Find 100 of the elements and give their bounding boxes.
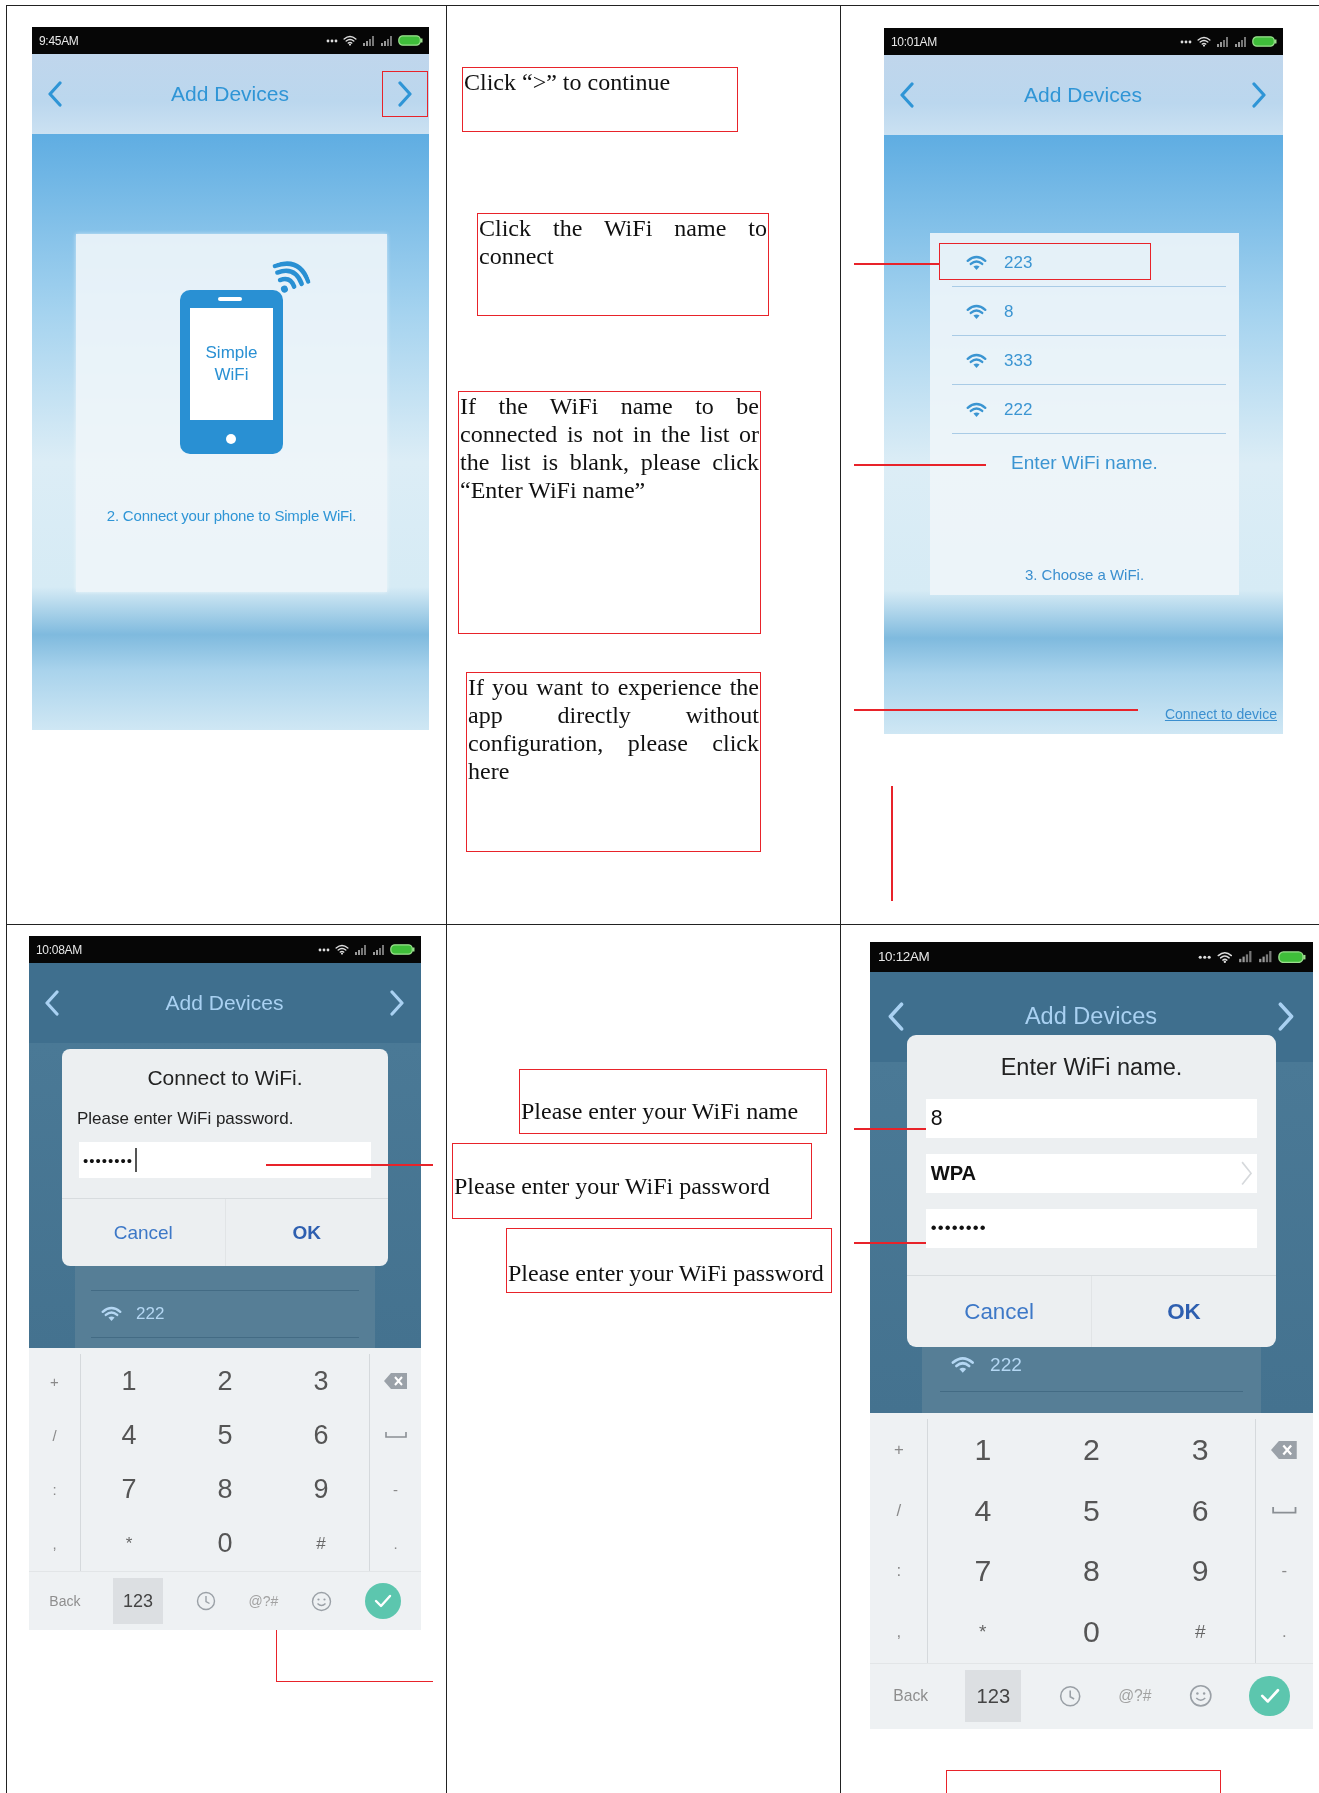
key[interactable]: + (870, 1419, 929, 1481)
dialog-title: Enter WiFi name. (999, 1052, 1184, 1082)
key[interactable]: 4 (928, 1480, 1038, 1542)
wifi-icon (335, 944, 349, 955)
callout-note: If you want to experience the app directly without configuration, please click here (466, 672, 761, 852)
key[interactable]: 8 (1037, 1541, 1146, 1602)
chevron-left-icon (899, 82, 915, 108)
wifi-icon (966, 352, 987, 369)
key[interactable]: 3 (1145, 1419, 1255, 1481)
wifi-icon (1197, 36, 1211, 47)
wifi-icon (343, 35, 357, 46)
ok-button[interactable]: OK (1091, 1275, 1276, 1348)
more-dots-icon (318, 947, 330, 952)
backspace-icon[interactable] (383, 1373, 408, 1390)
key[interactable]: , (870, 1601, 929, 1663)
clock-icon[interactable] (1058, 1685, 1081, 1708)
network-item[interactable]: 222 (91, 1291, 359, 1338)
illustration-label: Simple WiFi (205, 342, 258, 386)
more-dots-icon (1180, 39, 1192, 44)
battery-icon (1278, 950, 1307, 964)
signal-icon (1237, 951, 1253, 963)
key[interactable]: 2 (1037, 1419, 1146, 1481)
key[interactable]: 7 (81, 1462, 177, 1517)
ok-button[interactable]: OK (224, 1199, 388, 1266)
space-bar-icon[interactable] (384, 1431, 407, 1440)
clock-icon[interactable] (195, 1591, 216, 1611)
network-item[interactable]: 8 (939, 287, 1226, 336)
smiley-icon[interactable] (310, 1590, 332, 1612)
key[interactable]: + (29, 1354, 81, 1409)
signal-icon (354, 944, 367, 955)
signal-icon (372, 944, 385, 955)
key[interactable]: / (870, 1480, 929, 1542)
security-field[interactable]: WPA (926, 1153, 1257, 1193)
key[interactable]: 6 (273, 1408, 369, 1463)
space-bar-icon[interactable] (1271, 1506, 1297, 1516)
key[interactable]: 6 (1145, 1480, 1255, 1542)
key[interactable]: 1 (81, 1354, 177, 1409)
key[interactable]: 5 (1037, 1480, 1146, 1542)
password-field[interactable]: •••••••• (79, 1142, 371, 1178)
wifi-icon (966, 303, 987, 320)
mode-key[interactable]: 123 (113, 1578, 164, 1624)
key[interactable]: # (273, 1516, 369, 1571)
network-item[interactable]: 223 (939, 238, 1226, 287)
network-item[interactable]: 333 (939, 336, 1226, 385)
key[interactable]: 5 (177, 1408, 273, 1463)
key[interactable]: 7 (928, 1541, 1038, 1602)
key[interactable]: 0 (1037, 1601, 1146, 1663)
enter-wifi-name-link[interactable]: Enter WiFi name. (1011, 452, 1158, 474)
chevron-right-icon (1241, 1160, 1253, 1186)
key[interactable]: - (369, 1462, 421, 1517)
key[interactable]: 8 (177, 1462, 273, 1517)
screen-title: Add Devices (1024, 1003, 1158, 1031)
callout-note: Please enter your WiFi password (452, 1143, 812, 1219)
mode-key[interactable]: 123 (965, 1670, 1022, 1722)
key[interactable]: - (1254, 1541, 1313, 1602)
key[interactable]: # (1145, 1601, 1255, 1663)
signal-icon (1234, 36, 1247, 47)
network-item[interactable]: 222 (939, 385, 1226, 434)
chevron-left-icon (886, 1002, 905, 1032)
check-icon[interactable] (373, 1594, 392, 1608)
key[interactable]: . (1254, 1601, 1313, 1663)
wifi-icon (950, 1356, 975, 1375)
key[interactable]: 4 (81, 1408, 177, 1463)
done-key[interactable] (1249, 1676, 1290, 1717)
password-field[interactable]: •••••••• (926, 1208, 1257, 1248)
key[interactable]: 1 (928, 1419, 1038, 1481)
callout-note: Please enter your WiFi password (506, 1228, 832, 1293)
key[interactable]: 3 (273, 1354, 369, 1409)
battery-icon (1252, 36, 1277, 47)
battery-icon (390, 944, 415, 955)
status-time: 10:12AM (878, 949, 930, 965)
smiley-icon[interactable] (1188, 1684, 1213, 1708)
key[interactable]: : (870, 1541, 929, 1602)
key[interactable]: 0 (177, 1516, 273, 1571)
screen-title: Add Devices (1024, 83, 1142, 107)
name-field[interactable]: 8 (926, 1098, 1257, 1138)
key[interactable]: 9 (273, 1462, 369, 1517)
cancel-button[interactable]: Cancel (62, 1199, 225, 1266)
screen-title: Add Devices (165, 991, 284, 1015)
screen-title: Add Devices (171, 82, 289, 106)
next-button[interactable] (382, 71, 428, 117)
signal-icon (1258, 951, 1273, 963)
leader-line (854, 1128, 926, 1130)
step-caption: 3. Choose a WiFi. (1024, 566, 1145, 583)
check-icon[interactable] (1259, 1688, 1280, 1705)
key[interactable]: * (81, 1516, 177, 1571)
key[interactable]: : (29, 1462, 81, 1517)
speaker-icon (218, 297, 242, 301)
back-key[interactable]: Back (49, 1593, 81, 1609)
key[interactable]: * (928, 1601, 1038, 1663)
key[interactable]: , (29, 1516, 81, 1571)
key[interactable]: . (369, 1516, 421, 1571)
key[interactable]: / (29, 1408, 81, 1463)
callout-note: Please enter your WiFi name (519, 1069, 827, 1134)
backspace-icon[interactable] (1270, 1440, 1298, 1459)
chevron-left-icon (47, 81, 63, 107)
key[interactable]: 9 (1145, 1541, 1255, 1602)
done-key[interactable] (364, 1583, 401, 1619)
back-key[interactable]: Back (893, 1687, 929, 1706)
key[interactable]: 2 (177, 1354, 273, 1409)
